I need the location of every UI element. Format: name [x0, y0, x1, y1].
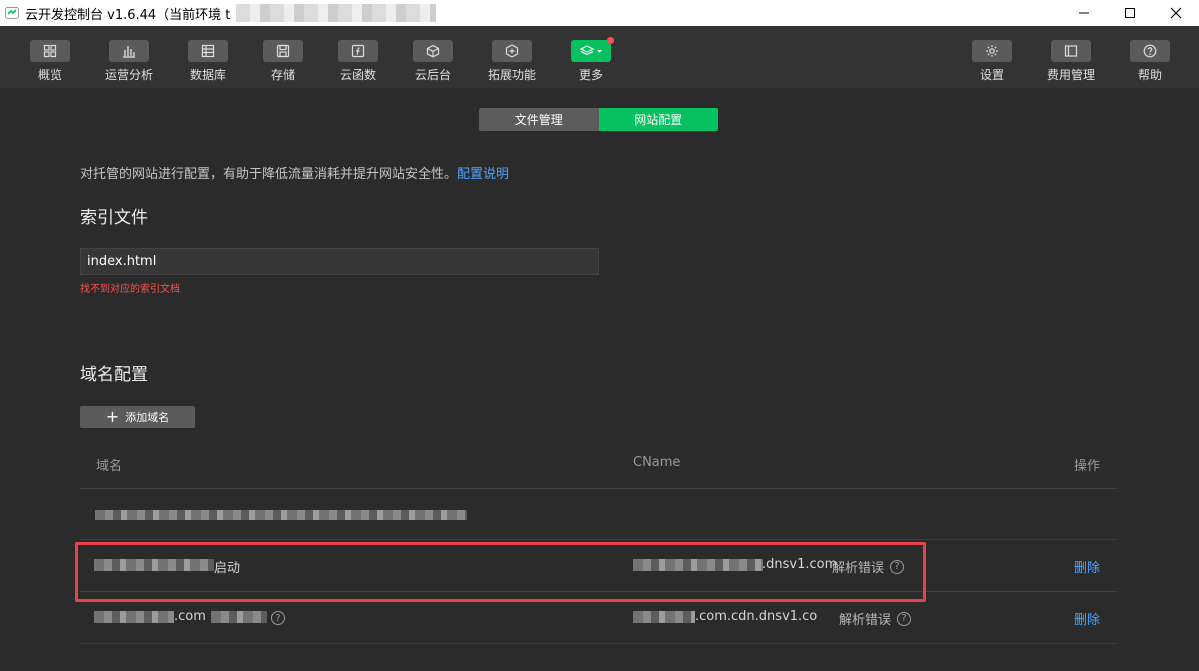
toolbar-label: 更多 — [578, 68, 603, 82]
toolbar-label: 数据库 — [189, 68, 226, 82]
toolbar-more[interactable]: 更多 — [556, 37, 626, 83]
masked-domain-status — [211, 611, 267, 623]
main-toolbar: 概览 运营分析 数据库 存储 云函数 云后台 拓展功能 更多 设置 费用管理 帮… — [0, 26, 1199, 88]
toolbar-storage[interactable]: 存储 — [248, 40, 318, 83]
index-file-title: 索引文件 — [80, 208, 148, 228]
domain-cell: .com — [174, 609, 206, 624]
toolbar-billing[interactable]: 费用管理 — [1036, 40, 1106, 83]
index-file-input[interactable] — [80, 248, 599, 275]
table-divider — [80, 488, 1117, 489]
intro-description: 对托管的网站进行配置，有助于降低流量消耗并提升网站安全性。 — [80, 167, 458, 182]
bar-chart-icon — [123, 46, 135, 58]
tab-segment: 文件管理 网站配置 — [479, 108, 718, 131]
table-divider — [80, 643, 1117, 644]
highlight-box — [75, 542, 926, 602]
database-icon-box — [188, 40, 228, 62]
resolve-status: 解析错误 ? — [839, 609, 912, 628]
billing-icon — [1064, 45, 1078, 57]
window-controls — [1061, 0, 1199, 26]
help-icon-box — [1130, 40, 1170, 62]
more-icon-box — [571, 40, 611, 62]
window-titlebar: 云开发控制台 v1.6.44（当前环境 t — [0, 0, 1199, 26]
question-icon[interactable]: ? — [897, 611, 912, 626]
maximize-icon — [1125, 8, 1135, 18]
table-divider — [80, 539, 1117, 540]
masked-env-name — [236, 4, 437, 22]
masked-cname — [633, 611, 695, 623]
toolbar-label: 设置 — [979, 68, 1004, 82]
column-header-domain: 域名 — [96, 459, 123, 474]
toolbar-label: 云函数 — [339, 68, 376, 82]
settings-icon-box — [972, 40, 1012, 62]
chevron-down-icon — [597, 50, 602, 53]
close-icon — [1170, 7, 1182, 19]
masked-domain — [94, 611, 174, 623]
billing-icon-box — [1051, 40, 1091, 62]
help-icon — [1143, 44, 1157, 58]
minimize-icon — [1079, 12, 1089, 14]
cname-cell: .com.cdn.dnsv1.co — [695, 609, 818, 624]
column-header-action: 操作 — [1074, 459, 1101, 474]
close-button[interactable] — [1153, 0, 1199, 26]
extension-icon — [505, 44, 519, 58]
toolbar-label: 存储 — [270, 68, 295, 82]
main-content: 文件管理 网站配置 对托管的网站进行配置，有助于降低流量消耗并提升网站安全性。配… — [0, 88, 1199, 671]
index-error-text: 找不到对应的索引文档 — [80, 284, 180, 295]
functions-icon-box — [338, 40, 378, 62]
toolbar-label: 拓展功能 — [487, 68, 536, 82]
add-domain-button[interactable]: + 添加域名 — [80, 406, 195, 428]
question-icon[interactable]: ? — [271, 611, 285, 625]
cube-icon — [426, 44, 440, 58]
delete-link[interactable]: 删除 — [1074, 557, 1100, 576]
toolbar-cloud-backend[interactable]: 云后台 — [398, 40, 468, 83]
cloud-backend-icon-box — [413, 40, 453, 62]
app-logo-icon — [5, 7, 19, 19]
masked-domain — [95, 510, 467, 520]
tab-site-config[interactable]: 网站配置 — [598, 108, 718, 131]
toolbar-database[interactable]: 数据库 — [173, 40, 243, 83]
toolbar-extensions[interactable]: 拓展功能 — [477, 40, 547, 83]
toolbar-help[interactable]: 帮助 — [1115, 40, 1185, 83]
minimize-button[interactable] — [1061, 0, 1107, 26]
storage-icon-box — [263, 40, 303, 62]
tab-file-management[interactable]: 文件管理 — [479, 108, 599, 131]
extensions-icon-box — [492, 40, 532, 62]
column-header-cname: CName — [633, 455, 681, 470]
analytics-icon-box — [109, 40, 149, 62]
database-icon — [201, 44, 215, 58]
toolbar-functions[interactable]: 云函数 — [323, 40, 393, 83]
notification-dot — [607, 37, 614, 44]
toolbar-label: 运营分析 — [104, 68, 153, 82]
domain-config-title: 域名配置 — [80, 365, 148, 385]
resolve-status-text: 解析错误 — [839, 613, 892, 628]
gear-icon — [986, 45, 998, 57]
delete-link[interactable]: 删除 — [1074, 609, 1100, 628]
grid-icon — [43, 44, 57, 58]
toolbar-analytics[interactable]: 运营分析 — [94, 40, 164, 83]
plus-icon: + — [105, 407, 120, 426]
toolbar-label: 费用管理 — [1046, 68, 1095, 82]
intro-text: 对托管的网站进行配置，有助于降低流量消耗并提升网站安全性。配置说明 — [80, 163, 509, 182]
toolbar-overview[interactable]: 概览 — [15, 40, 85, 83]
function-icon — [351, 44, 365, 58]
save-icon — [276, 44, 290, 58]
toolbar-settings[interactable]: 设置 — [957, 40, 1027, 83]
toolbar-label: 概览 — [37, 68, 62, 82]
config-help-link[interactable]: 配置说明 — [457, 167, 509, 182]
toolbar-label: 云后台 — [414, 68, 451, 82]
layers-icon — [579, 45, 602, 56]
add-domain-label: 添加域名 — [125, 411, 170, 424]
window-title: 云开发控制台 v1.6.44（当前环境 t — [25, 7, 231, 23]
toolbar-label: 帮助 — [1137, 68, 1162, 82]
overview-icon-box — [30, 40, 70, 62]
maximize-button[interactable] — [1107, 0, 1153, 26]
